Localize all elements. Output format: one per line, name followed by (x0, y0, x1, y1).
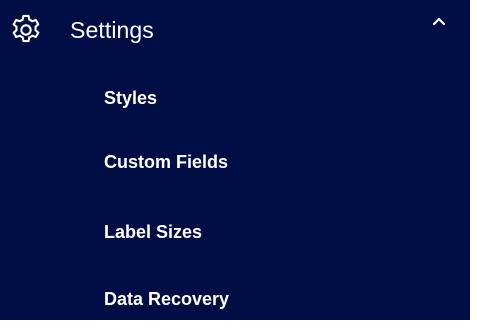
settings-section-label: Settings (70, 17, 154, 43)
menu-item-styles[interactable]: Styles (104, 86, 157, 110)
settings-menu-panel: Settings Styles Custom Fields Label Size… (0, 0, 472, 322)
menu-item-data-recovery[interactable]: Data Recovery (104, 287, 229, 311)
settings-section-header[interactable]: Settings (0, 0, 470, 62)
gear-icon (8, 12, 44, 48)
menu-item-custom-fields[interactable]: Custom Fields (104, 150, 228, 174)
chevron-up-icon[interactable] (428, 10, 450, 32)
menu-item-label-sizes[interactable]: Label Sizes (104, 220, 202, 244)
